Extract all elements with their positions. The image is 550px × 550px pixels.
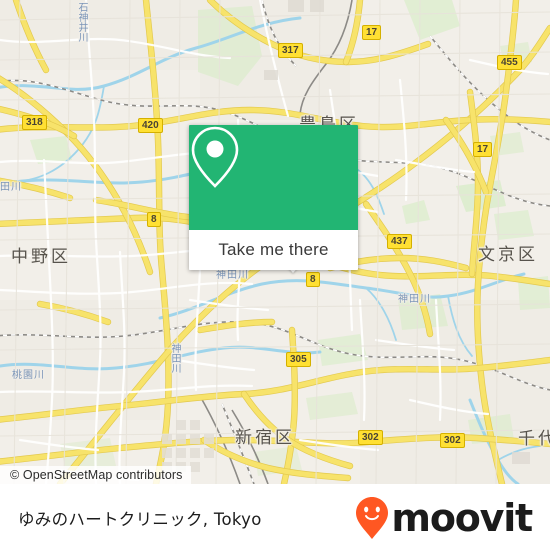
popup-marker-area [189, 125, 358, 230]
location-popup-card[interactable]: Take me there [189, 125, 358, 270]
moovit-logo[interactable]: moovit [355, 495, 533, 540]
map-screenshot: .rdM{stroke:#f7e36b;stroke-width:5;fill:… [0, 0, 550, 550]
footer-bar: ゆみのハートクリニック, Tokyo moovit [0, 484, 550, 550]
map-pin-icon [191, 126, 239, 188]
moovit-wordmark: moovit [391, 495, 533, 540]
osm-attribution[interactable]: © OpenStreetMap contributors [0, 466, 191, 484]
moovit-smiley-pin-icon [356, 496, 389, 539]
take-me-there-button[interactable]: Take me there [189, 230, 358, 270]
map-canvas[interactable]: .rdM{stroke:#f7e36b;stroke-width:5;fill:… [0, 0, 550, 484]
location-title: ゆみのハートクリニック, Tokyo [18, 509, 262, 529]
